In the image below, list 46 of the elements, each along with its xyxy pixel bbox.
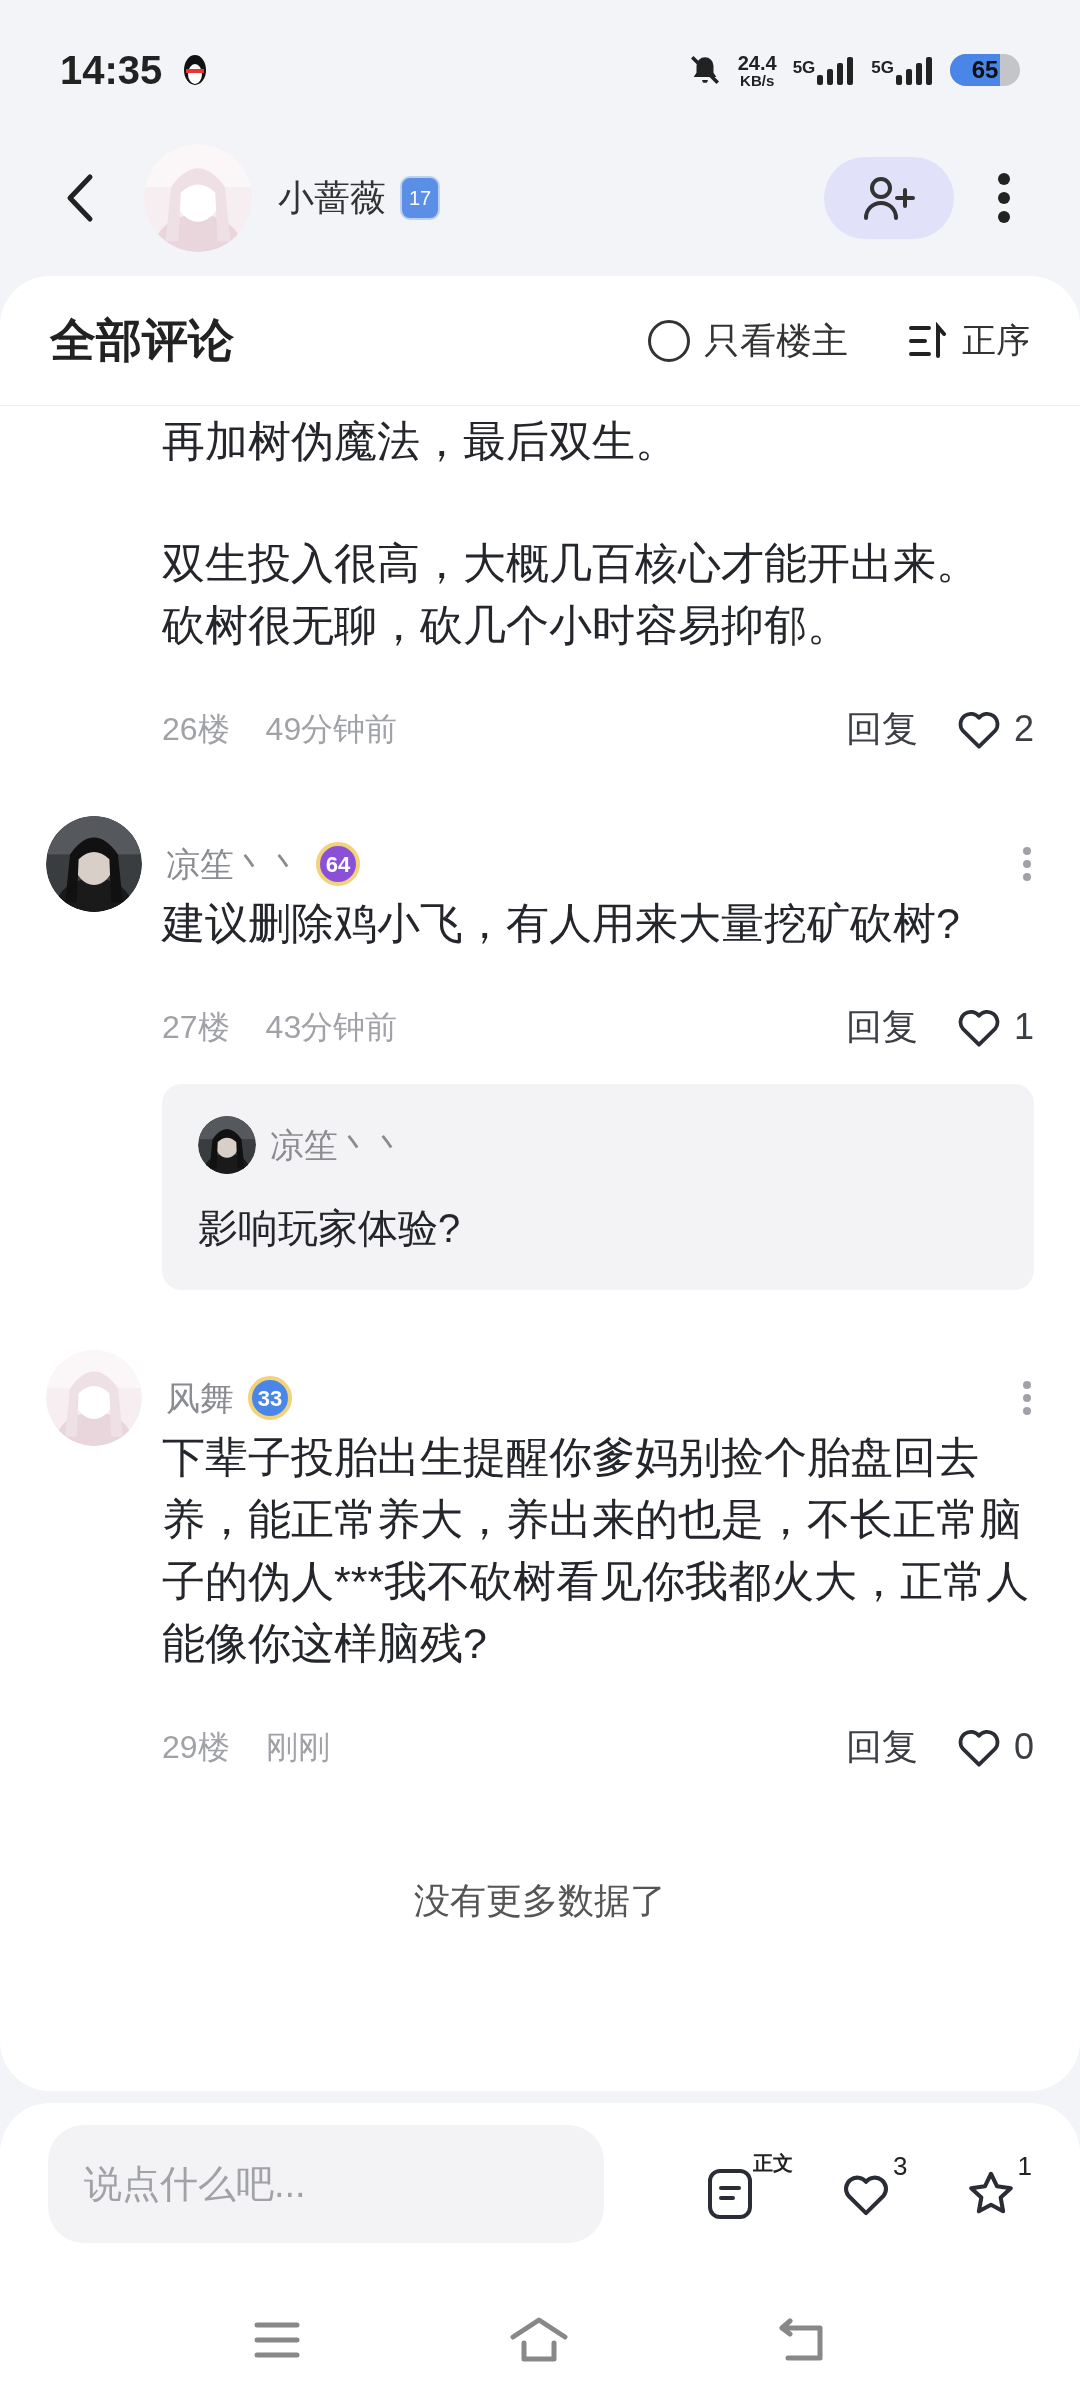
op-only-filter[interactable]: 只看楼主: [648, 313, 848, 368]
add-user-icon: [863, 176, 915, 220]
floor-number: 29楼: [162, 1728, 230, 1767]
end-note: 没有更多数据了: [413, 1879, 667, 1923]
back-icon[interactable]: [66, 173, 94, 223]
battery-indicator: 65: [950, 54, 1020, 86]
reply-card[interactable]: 凉笙丶丶 影响玩家体验?: [162, 1084, 1034, 1290]
comment-text: 再加树伪魔法，最后双生。: [162, 416, 679, 467]
comment-text: 下辈子投胎出生提醒你爹妈别捡个胎盘回去养，能正常养大，养出来的也是，不长正常脑子的伪人***我不砍树看见你我都火大，正常人能像你这样脑残?: [162, 1432, 1031, 1669]
sort-icon: [908, 321, 946, 360]
sort-button[interactable]: 正序: [908, 315, 1030, 366]
reply-text: 影响玩家体验?: [198, 1205, 462, 1252]
like-count: 3: [893, 2150, 908, 2183]
comment-text: 建议删除鸡小飞，有人用来大量挖矿砍树?: [162, 898, 961, 949]
comment-time: 49分钟前: [265, 710, 398, 749]
floor-number: 26楼: [162, 710, 230, 749]
star-count: 1: [1017, 2150, 1032, 2183]
like-count: 2: [1013, 707, 1034, 751]
user-name: 小蔷薇: [278, 176, 386, 220]
home-icon[interactable]: [510, 2317, 568, 2363]
doc-label: 正文: [753, 2151, 794, 2176]
level-badge: 64: [316, 842, 360, 886]
reply-button[interactable]: 回复: [845, 1720, 918, 1774]
comment-input[interactable]: 说点什么吧...: [48, 2125, 604, 2243]
net-speed: 24.4: [737, 52, 777, 73]
level-badge: 33: [248, 1376, 292, 1420]
section-title: 全部评论: [50, 313, 234, 368]
menu-icon[interactable]: [254, 2321, 300, 2359]
network-type: 5G: [871, 57, 894, 79]
like-count: 1: [1013, 1005, 1034, 1049]
like-count: 0: [1013, 1725, 1034, 1769]
net-unit: KB/s: [740, 72, 775, 88]
floor-number: 27楼: [162, 1008, 230, 1047]
level-badge: 17: [400, 176, 440, 220]
status-time: 14:35: [60, 47, 163, 94]
reply-button[interactable]: 回复: [845, 702, 918, 756]
comment-time: 43分钟前: [265, 1008, 398, 1047]
reply-button[interactable]: 回复: [845, 1000, 918, 1054]
signal-icon: [894, 55, 934, 85]
signal-icon: [815, 55, 856, 85]
comment-time: 刚刚: [265, 1728, 330, 1767]
reply-author: 凉笙丶丶: [270, 1124, 406, 1166]
network-type: 5G: [792, 57, 816, 79]
comment-text: 砍树很无聊，砍几个小时容易抑郁。: [162, 600, 851, 651]
document-icon[interactable]: [707, 2168, 754, 2220]
comment-text: 双生投入很高，大概几百核心才能开出来。: [162, 538, 980, 589]
